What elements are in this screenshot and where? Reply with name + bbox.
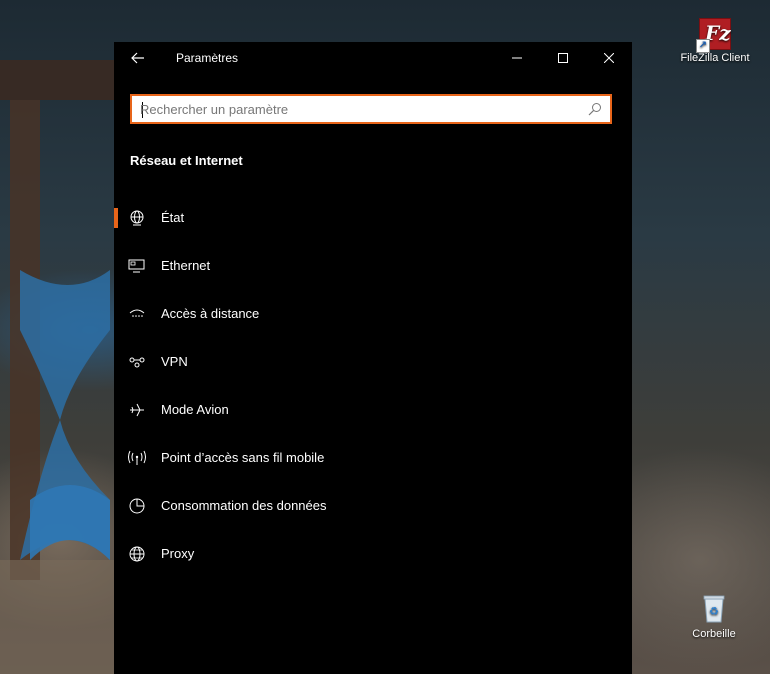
nav-item-ethernet[interactable]: Ethernet — [114, 242, 632, 290]
minimize-button[interactable] — [494, 42, 540, 74]
desktop-icon-recycle-bin[interactable]: ♻ Corbeille — [674, 593, 754, 640]
selection-indicator — [114, 208, 118, 228]
ethernet-icon — [128, 259, 145, 273]
data-usage-icon — [129, 498, 145, 514]
minimize-icon — [512, 57, 522, 59]
back-arrow-icon — [131, 52, 144, 64]
recycle-bin-icon: ♻ — [703, 595, 725, 623]
maximize-icon — [558, 53, 568, 63]
title-bar: Paramètres — [114, 42, 632, 74]
desktop-icon-label: Corbeille — [692, 628, 736, 640]
nav-item-label: Ethernet — [161, 258, 211, 273]
search-icon[interactable] — [588, 102, 602, 116]
nav-item-label: Consommation des données — [161, 498, 327, 513]
search-input[interactable] — [140, 100, 580, 118]
nav-item-label: VPN — [161, 354, 188, 369]
nav-item-proxy[interactable]: Proxy — [114, 530, 632, 578]
airplane-icon — [130, 403, 144, 417]
nav-item-vpn[interactable]: VPN — [114, 338, 632, 386]
nav-list: État Ethernet Accès à distance VPN Mode … — [114, 194, 632, 578]
search-box[interactable] — [130, 94, 612, 124]
nav-item-acces-distance[interactable]: Accès à distance — [114, 290, 632, 338]
nav-item-mode-avion[interactable]: Mode Avion — [114, 386, 632, 434]
nav-item-consommation[interactable]: Consommation des données — [114, 482, 632, 530]
svg-text:♻: ♻ — [709, 605, 719, 618]
desktop-wallpaper-hourglass — [0, 60, 115, 674]
nav-item-etat[interactable]: État — [114, 194, 632, 242]
back-button[interactable] — [122, 47, 154, 69]
vpn-icon — [129, 357, 145, 368]
globe-icon — [129, 546, 145, 562]
globe-monitor-icon — [130, 210, 144, 226]
nav-item-label: Accès à distance — [161, 306, 260, 321]
settings-window: Paramètres Réseau et Internet — [114, 42, 632, 674]
filezilla-icon: Fz ↗ — [696, 18, 731, 53]
window-title: Paramètres — [176, 51, 239, 65]
desktop-icon-label: FileZilla Client — [680, 52, 750, 64]
nav-item-label: Mode Avion — [161, 402, 229, 417]
maximize-button[interactable] — [540, 42, 586, 74]
section-title: Réseau et Internet — [130, 153, 243, 168]
nav-item-label: État — [161, 210, 185, 225]
close-button[interactable] — [586, 42, 632, 74]
nav-item-point-acces[interactable]: Point d’accès sans fil mobile — [114, 434, 632, 482]
nav-item-label: Proxy — [161, 546, 195, 561]
desktop-icon-filezilla[interactable]: Fz ↗ FileZilla Client — [675, 18, 755, 64]
hotspot-icon — [128, 450, 146, 465]
close-icon — [604, 53, 614, 63]
dialup-icon — [129, 309, 145, 317]
nav-item-label: Point d’accès sans fil mobile — [161, 450, 325, 465]
